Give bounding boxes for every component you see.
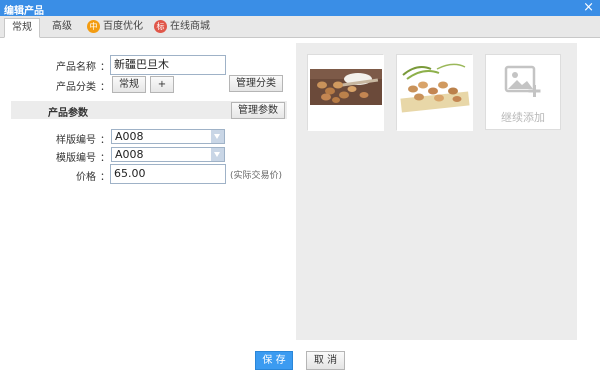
window-title: 编辑产品 bbox=[4, 6, 44, 17]
chevron-down-icon bbox=[211, 148, 224, 161]
tab-advanced-label: 高级 bbox=[52, 21, 72, 32]
save-button[interactable]: 保 存 bbox=[255, 351, 293, 370]
tab-baidu-seo-label: 百度优化 bbox=[103, 21, 143, 32]
tab-online-mall-label: 在线商城 bbox=[170, 21, 210, 32]
manage-category-button[interactable]: 管理分类 bbox=[229, 75, 283, 92]
sample-number-select[interactable]: A008 bbox=[111, 129, 225, 144]
product-image-2[interactable] bbox=[396, 54, 473, 131]
baidu-badge-icon: 中 bbox=[87, 19, 100, 33]
mall-badge-icon: 标 bbox=[154, 19, 167, 33]
tab-online-mall[interactable]: 标在线商城 bbox=[150, 18, 214, 38]
almond-photo-2 bbox=[397, 55, 473, 131]
template-number-value: A008 bbox=[115, 148, 144, 161]
template-number-label: 模版编号 bbox=[56, 153, 96, 164]
cancel-button[interactable]: 取 消 bbox=[306, 351, 345, 370]
template-number-select[interactable]: A008 bbox=[111, 147, 225, 162]
product-category-label: 产品分类 bbox=[56, 82, 96, 93]
almond-photo-1 bbox=[308, 55, 384, 131]
tab-advanced[interactable]: 高级 bbox=[44, 18, 80, 38]
price-hint: (实际交易价) bbox=[230, 171, 283, 181]
add-image-label: 继续添加 bbox=[501, 111, 545, 124]
params-section-title: 产品参数 bbox=[48, 108, 88, 119]
add-category-button[interactable]: + bbox=[150, 76, 174, 93]
add-image-tile[interactable]: 继续添加 bbox=[485, 54, 561, 130]
price-input[interactable]: 65.00 bbox=[110, 164, 226, 184]
colon: ： bbox=[100, 172, 110, 183]
product-name-input[interactable]: 新疆巴旦木 bbox=[110, 55, 226, 75]
tab-general[interactable]: 常规 bbox=[4, 18, 40, 38]
manage-params-button[interactable]: 管理参数 bbox=[231, 102, 285, 119]
colon: ： bbox=[100, 82, 110, 93]
sample-number-value: A008 bbox=[115, 130, 144, 143]
title-bar: 编辑产品 × bbox=[0, 0, 600, 17]
chevron-down-icon bbox=[211, 130, 224, 143]
close-icon[interactable]: × bbox=[583, 0, 594, 16]
product-image-1[interactable] bbox=[307, 54, 384, 131]
image-panel: 继续添加 bbox=[296, 43, 577, 340]
colon: ： bbox=[100, 153, 110, 164]
tab-baidu-seo[interactable]: 中百度优化 bbox=[84, 18, 146, 38]
price-label: 价格 bbox=[76, 172, 96, 183]
product-name-label: 产品名称 bbox=[56, 62, 96, 73]
tab-general-label: 常规 bbox=[12, 22, 32, 33]
sample-number-label: 样版编号 bbox=[56, 135, 96, 146]
category-tag[interactable]: 常规 bbox=[112, 76, 146, 93]
colon: ： bbox=[100, 62, 110, 73]
tab-bar: 常规 高级 中百度优化 标在线商城 bbox=[0, 16, 600, 38]
colon: ： bbox=[100, 135, 110, 146]
